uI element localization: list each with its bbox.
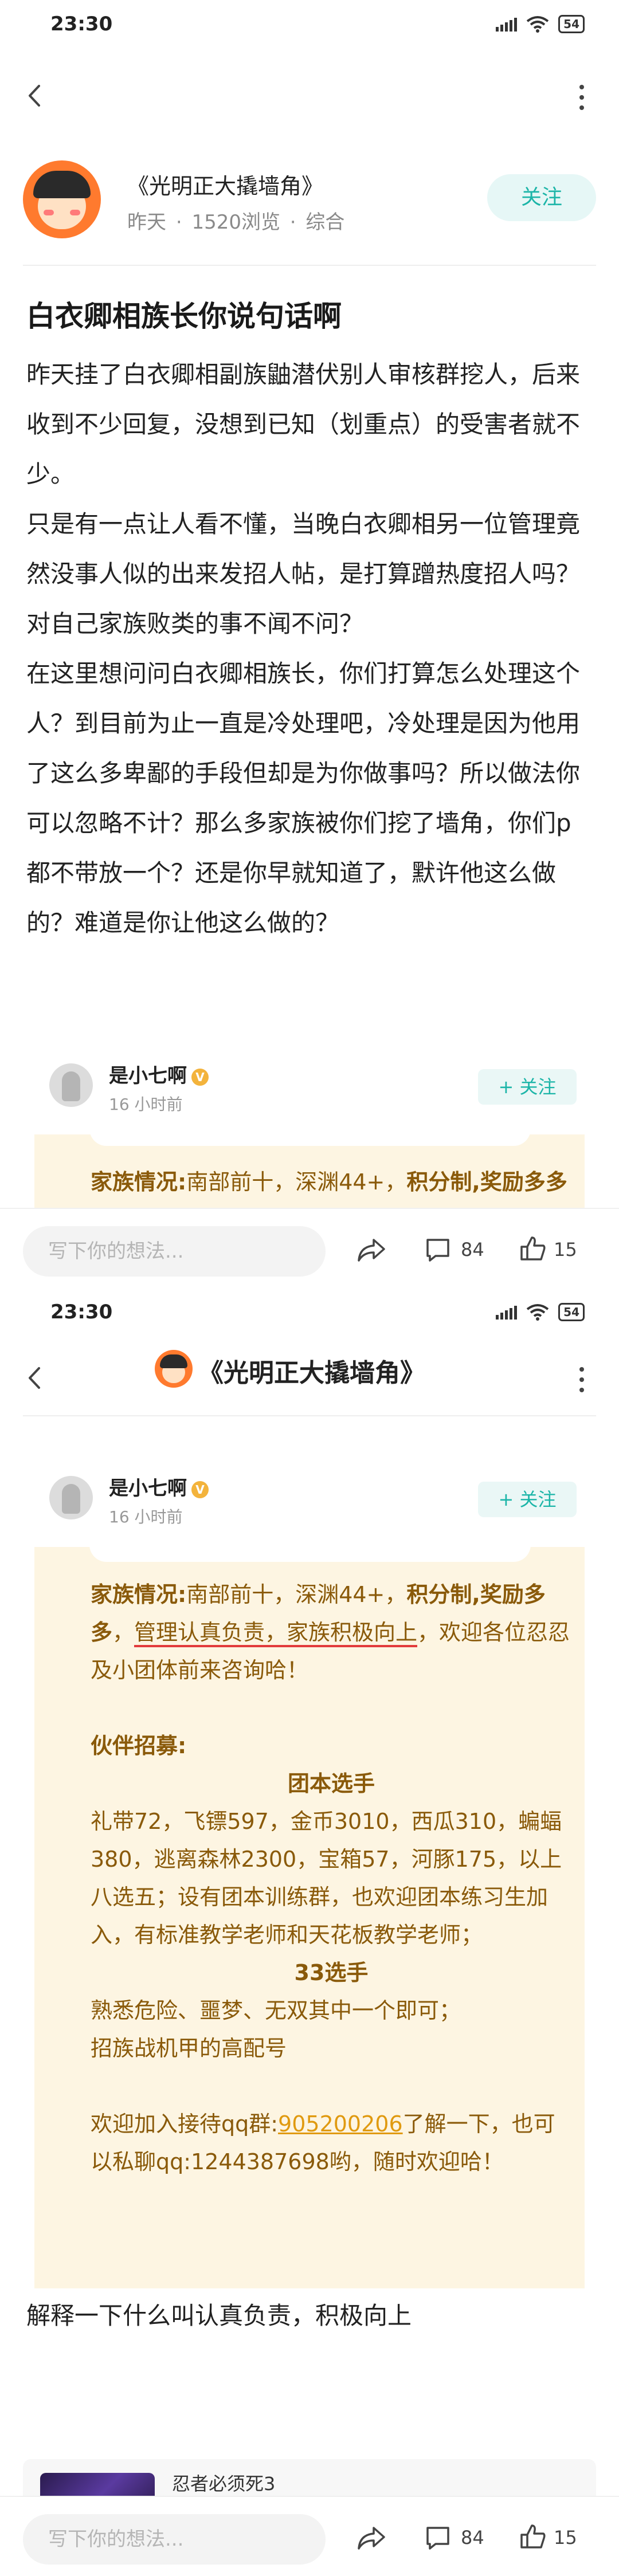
- comment-header: 是小七啊 V 16 小时前 + 关注: [34, 1461, 585, 1547]
- embedded-comment-card[interactable]: 是小七啊 V 16 小时前 + 关注 家族情况:南部前十，深渊44+，积分制,奖励…: [34, 1049, 585, 1208]
- author-row: 《光明正大撬墙角》 昨天 · 1520浏览 · 综合 关注: [23, 160, 596, 246]
- card-tab-shape: [89, 1123, 531, 1146]
- battery-icon: 54: [558, 15, 585, 33]
- comment-icon[interactable]: [424, 2524, 452, 2552]
- system-icons: 54: [496, 15, 585, 33]
- system-icons: 54: [496, 1303, 585, 1321]
- top-nav: [0, 57, 619, 132]
- post-category[interactable]: 综合: [305, 211, 344, 234]
- divider: [23, 265, 596, 266]
- meta-separator: ·: [175, 211, 182, 234]
- comment-follow-button[interactable]: + 关注: [478, 1482, 577, 1517]
- status-time: 23:30: [50, 1301, 113, 1324]
- text-33: 熟悉危险、噩梦、无双其中一个即可；: [91, 1998, 461, 2023]
- status-time: 23:30: [50, 13, 113, 36]
- commenter-name[interactable]: 是小七啊 V: [109, 1472, 209, 1501]
- avatar[interactable]: [23, 160, 101, 238]
- post-time: 昨天: [127, 211, 166, 234]
- post-paragraph: 只是有一点让人看不懂，当晚白衣卿相另一位管理竟然没事人似的出来发招人帖，是打算蹭…: [26, 510, 581, 638]
- share-icon[interactable]: [355, 1234, 387, 1266]
- comment-input[interactable]: 写下你的想法...: [23, 2514, 326, 2565]
- nav-avatar[interactable]: [155, 1350, 193, 1388]
- bottom-action-bar: 写下你的想法... 84 15: [0, 2496, 619, 2576]
- wifi-icon: [526, 16, 549, 33]
- partner-heading: 伙伴招募:: [91, 1733, 187, 1758]
- back-arrow-icon[interactable]: [22, 1364, 50, 1392]
- like-count: 15: [554, 2527, 577, 2548]
- bottom-action-bar: 写下你的想法... 84 15: [0, 1208, 619, 1288]
- more-options-icon[interactable]: [578, 1367, 586, 1392]
- screen-post-scrolled: 23:30 54 《光明正大撬墙角》 是小七啊 V 16 小时前 + 关注 家族…: [0, 1288, 619, 2576]
- embedded-comment-card[interactable]: 是小七啊 V 16 小时前 + 关注 家族情况:南部前十，深渊44+，积分制,奖励…: [34, 1461, 585, 2288]
- top-nav: 《光明正大撬墙角》: [0, 1340, 619, 1414]
- divider: [23, 1415, 596, 1416]
- group-text: 礼带72，飞镖597，金币3010，西瓜310，蝙蝠380，逃离森林2300，宝…: [91, 1809, 562, 1947]
- verified-badge-icon: V: [191, 1481, 209, 1498]
- comment-time: 16 小时前: [109, 1095, 183, 1114]
- family-info: 家族情况:南部前十，深渊44+，积分制,奖励多多，管理认真负责，家族积极向上，欢…: [91, 1582, 570, 1683]
- commenter-avatar[interactable]: [49, 1063, 93, 1107]
- post-meta: 昨天 · 1520浏览 · 综合: [127, 206, 348, 234]
- like-count: 15: [554, 1239, 577, 1260]
- status-bar: 23:30 54: [0, 1288, 619, 1340]
- comment-input[interactable]: 写下你的想法...: [23, 1226, 326, 1277]
- heading-33: 33选手: [294, 1960, 369, 1985]
- post-title: 白衣卿相族长你说句话啊: [26, 300, 342, 333]
- meta-separator: ·: [289, 211, 296, 234]
- like-icon[interactable]: [519, 2523, 547, 2551]
- follow-button[interactable]: 关注: [487, 174, 596, 221]
- like-icon[interactable]: [519, 1235, 547, 1263]
- qq-group-link[interactable]: 905200206: [278, 2111, 403, 2137]
- explain-text: 解释一下什么叫认真负责，积极向上: [26, 2302, 412, 2330]
- nav-author-name[interactable]: 《光明正大撬墙角》: [198, 1352, 425, 1389]
- battery-icon: 54: [558, 1303, 585, 1321]
- signal-icon: [496, 1305, 518, 1320]
- group-heading: 团本选手: [287, 1771, 375, 1796]
- comment-follow-button[interactable]: + 关注: [478, 1069, 577, 1105]
- comment-body: 家族情况:南部前十，深渊44+，积分制,奖励多多，管理认真负责，家族积极向上，欢…: [91, 1576, 572, 2181]
- back-arrow-icon[interactable]: [22, 81, 50, 110]
- comment-count: 84: [461, 1239, 484, 1260]
- comment-time: 16 小时前: [109, 1507, 183, 1526]
- share-icon[interactable]: [355, 2522, 387, 2554]
- signal-icon: [496, 17, 518, 32]
- post-paragraph: 昨天挂了白衣卿相副族鼬潜伏别人审核群挖人，后来收到不少回复，没想到已知（划重点）…: [26, 360, 581, 488]
- more-options-icon[interactable]: [578, 85, 586, 110]
- wifi-icon: [526, 1304, 549, 1321]
- comment-icon[interactable]: [424, 1236, 452, 1264]
- author-name[interactable]: 《光明正大撬墙角》: [127, 168, 323, 200]
- post-views: 1520浏览: [191, 211, 280, 234]
- post-body: 昨天挂了白衣卿相副族鼬潜伏别人审核群挖人，后来收到不少回复，没想到已知（划重点）…: [26, 350, 594, 948]
- comment-body-preview: 家族情况:南部前十，深渊44+，积分制,奖励多多: [91, 1169, 567, 1195]
- highlighted-phrase: 管理认真负责，家族积极向上: [134, 1620, 418, 1647]
- comment-count: 84: [461, 2527, 484, 2548]
- card-tab-shape: [89, 1536, 531, 1562]
- screen-post-top: 23:30 54 《光明正大撬墙角》 昨天 · 1520浏览 · 综合 关注 白…: [0, 0, 619, 1288]
- welcome-text: 欢迎加入接待qq群:905200206了解一下，也可以私聊qq:12443876…: [91, 2111, 555, 2174]
- related-game-title: 忍者必须死3: [172, 2473, 276, 2495]
- recruit-text: 招族战机甲的高配号: [91, 2036, 287, 2061]
- post-paragraph: 在这里想问问白衣卿相族长，你们打算怎么处理这个人？到目前为止一直是冷处理吧，冷处…: [26, 659, 581, 937]
- commenter-name[interactable]: 是小七啊 V: [109, 1060, 209, 1088]
- comment-header: 是小七啊 V 16 小时前 + 关注: [34, 1049, 585, 1134]
- verified-badge-icon: V: [191, 1068, 209, 1086]
- status-bar: 23:30 54: [0, 0, 619, 52]
- commenter-avatar[interactable]: [49, 1476, 93, 1519]
